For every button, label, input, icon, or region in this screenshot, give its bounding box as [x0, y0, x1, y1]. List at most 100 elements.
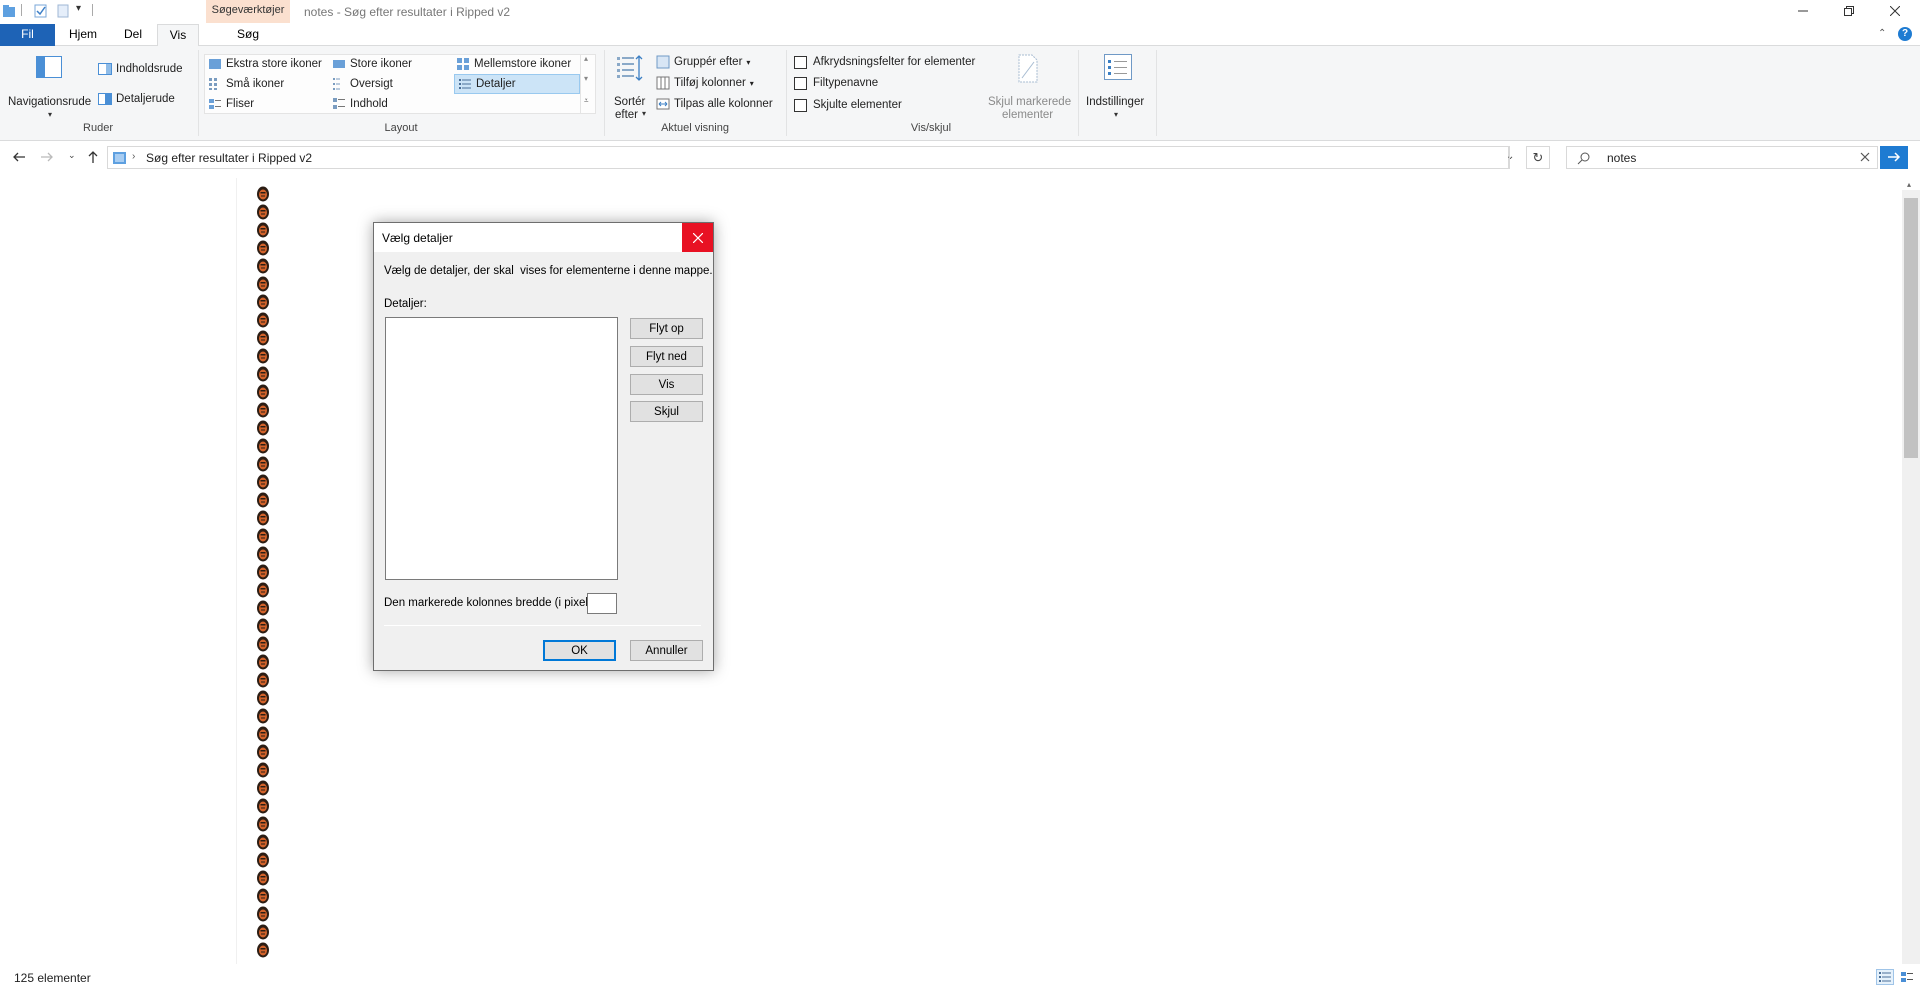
search-box[interactable]: notes — [1566, 146, 1878, 169]
file-icon[interactable] — [256, 942, 270, 958]
large-icons-view-button[interactable] — [1898, 969, 1916, 985]
new-folder-icon[interactable] — [56, 4, 70, 18]
file-icon[interactable] — [256, 240, 270, 256]
details-view-button[interactable] — [1876, 969, 1894, 985]
layout-tiles[interactable]: Fliser — [208, 95, 254, 113]
file-icon[interactable] — [256, 852, 270, 868]
restore-button[interactable] — [1826, 0, 1872, 22]
file-icon[interactable] — [256, 762, 270, 778]
details-list[interactable] — [385, 317, 618, 580]
checkbox[interactable] — [794, 76, 807, 90]
collapse-ribbon-icon[interactable]: ⌃ — [1878, 28, 1886, 39]
file-icon[interactable] — [256, 258, 270, 274]
column-width-input[interactable] — [587, 593, 617, 614]
file-icon[interactable] — [256, 348, 270, 364]
file-icon[interactable] — [256, 438, 270, 454]
vertical-scrollbar[interactable]: ▴ — [1902, 180, 1920, 964]
breadcrumb-chevron-icon[interactable]: › — [132, 151, 135, 162]
file-icon[interactable] — [256, 690, 270, 706]
search-input[interactable]: notes — [1607, 151, 1636, 165]
gallery-down-icon[interactable]: ▾ — [584, 74, 588, 83]
file-icon[interactable] — [256, 276, 270, 292]
file-icon[interactable] — [256, 726, 270, 742]
file-list-area[interactable] — [0, 178, 1900, 964]
file-icon[interactable] — [256, 744, 270, 760]
checkbox[interactable] — [794, 98, 807, 112]
file-icon[interactable] — [256, 330, 270, 346]
tab-vis[interactable]: Vis — [157, 24, 199, 47]
navigation-pane-divider[interactable] — [236, 178, 237, 964]
checkbox[interactable] — [794, 55, 807, 69]
layout-extra-large-icons[interactable]: Ekstra store ikoner — [208, 55, 322, 73]
file-icon[interactable] — [256, 456, 270, 472]
hidden-items-toggle[interactable]: Skjulte elementer — [794, 96, 902, 114]
file-icon[interactable] — [256, 564, 270, 580]
hide-selected-button[interactable]: Skjul markerede elementer — [982, 54, 1074, 121]
file-icon[interactable] — [256, 492, 270, 508]
sort-by-button[interactable]: Sortér efter ▾ — [612, 54, 648, 121]
file-icon[interactable] — [256, 672, 270, 688]
file-icon[interactable] — [256, 600, 270, 616]
gallery-more-icon[interactable]: ⩡ — [584, 96, 589, 106]
help-icon[interactable]: ? — [1898, 27, 1912, 41]
file-icon[interactable] — [256, 906, 270, 922]
file-extensions-toggle[interactable]: Filtypenavne — [794, 74, 878, 92]
breadcrumb[interactable]: Søg efter resultater i Ripped v2 — [146, 151, 312, 165]
scroll-up-icon[interactable]: ▴ — [1907, 180, 1911, 189]
properties-icon[interactable] — [34, 4, 48, 18]
layout-content[interactable]: Indhold — [332, 95, 388, 113]
layout-list[interactable]: Oversigt — [332, 75, 393, 93]
file-icon[interactable] — [256, 582, 270, 598]
file-icon[interactable] — [256, 474, 270, 490]
refresh-button[interactable]: ↻ — [1526, 146, 1550, 169]
layout-large-icons[interactable]: Store ikoner — [332, 55, 412, 73]
move-down-button[interactable]: Flyt ned — [630, 346, 703, 367]
add-columns-button[interactable]: Tilføj kolonner ▾ — [656, 74, 754, 92]
address-dropdown-icon[interactable]: ⌄ — [1506, 151, 1514, 162]
scrollbar-thumb[interactable] — [1904, 198, 1918, 458]
file-icon[interactable] — [256, 420, 270, 436]
file-icon[interactable] — [256, 636, 270, 652]
up-icon[interactable] — [86, 150, 100, 164]
file-icon[interactable] — [256, 294, 270, 310]
file-icon[interactable] — [256, 816, 270, 832]
show-button[interactable]: Vis — [630, 374, 703, 395]
layout-medium-icons[interactable]: Mellemstore ikoner — [456, 55, 571, 73]
tab-sog[interactable]: Søg — [206, 24, 290, 46]
file-icon[interactable] — [256, 510, 270, 526]
file-icon[interactable] — [256, 798, 270, 814]
recent-locations-icon[interactable]: ⌄ — [68, 150, 76, 161]
file-icon[interactable] — [256, 204, 270, 220]
file-icon[interactable] — [256, 708, 270, 724]
clear-search-icon[interactable] — [1859, 151, 1871, 163]
file-icon[interactable] — [256, 888, 270, 904]
file-icon[interactable] — [256, 366, 270, 382]
dialog-title-bar[interactable]: Vælg detaljer — [374, 223, 713, 252]
search-go-button[interactable] — [1880, 146, 1908, 169]
fit-columns-button[interactable]: Tilpas alle kolonner — [656, 95, 773, 113]
address-bar[interactable]: › Søg efter resultater i Ripped v2 ⌄ — [107, 146, 1514, 169]
layout-gallery-scroll[interactable]: ▴ ▾ ⩡ — [580, 54, 596, 114]
file-icon[interactable] — [256, 222, 270, 238]
file-icon[interactable] — [256, 312, 270, 328]
group-by-button[interactable]: Gruppér efter ▾ — [656, 53, 750, 71]
layout-details[interactable]: Detaljer — [454, 74, 580, 94]
navigation-pane-button[interactable]: Navigationsrude ▾ — [8, 54, 92, 120]
details-pane-button[interactable]: Detaljerude — [98, 90, 175, 108]
customize-qa-icon[interactable]: ▾ — [76, 3, 81, 14]
minimize-button[interactable] — [1780, 0, 1826, 22]
move-up-button[interactable]: Flyt op — [630, 318, 703, 339]
preview-pane-button[interactable]: Indholdsrude — [98, 60, 183, 78]
file-icon[interactable] — [256, 528, 270, 544]
hide-button[interactable]: Skjul — [630, 401, 703, 422]
gallery-up-icon[interactable]: ▴ — [584, 54, 588, 63]
tab-fil[interactable]: Fil — [0, 24, 55, 46]
file-icon[interactable] — [256, 186, 270, 202]
close-window-button[interactable] — [1872, 0, 1918, 22]
file-icon[interactable] — [256, 924, 270, 940]
file-icon[interactable] — [256, 618, 270, 634]
options-button[interactable]: Indstillinger ▾ — [1082, 54, 1150, 120]
tab-del[interactable]: Del — [118, 24, 148, 46]
tab-hjem[interactable]: Hjem — [64, 24, 102, 46]
dialog-close-button[interactable] — [682, 223, 713, 252]
